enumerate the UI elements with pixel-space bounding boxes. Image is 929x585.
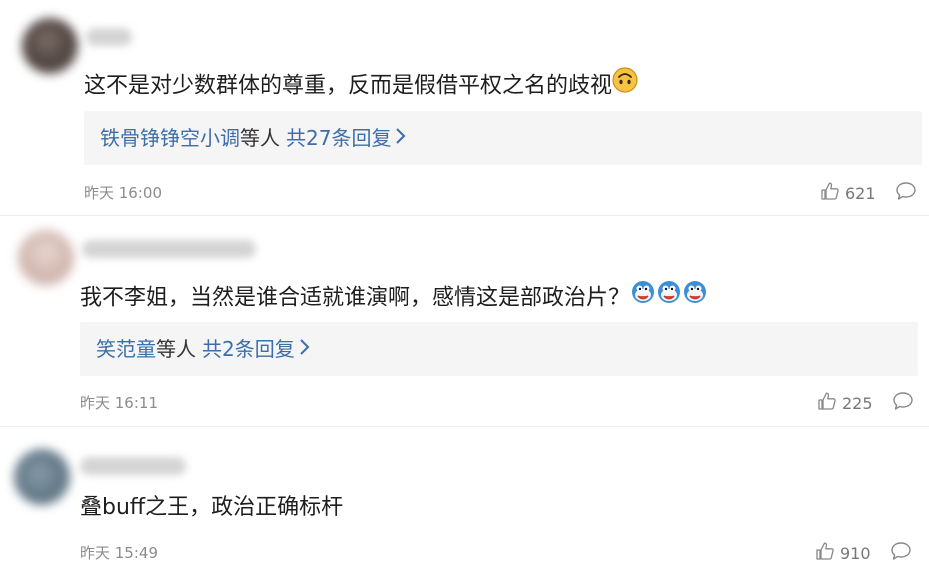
comment-text: 这不是对少数群体的尊重，反而是假借平权之名的歧视 — [84, 67, 638, 104]
reply-summary[interactable]: 笑范童等人 共2条回复 — [80, 322, 918, 376]
doge-icon — [630, 278, 708, 315]
reply-users[interactable]: 铁骨铮铮空小调 — [100, 126, 240, 150]
reply-count[interactable]: 共2条回复 — [202, 337, 295, 361]
username[interactable] — [80, 457, 186, 475]
avatar[interactable] — [18, 230, 74, 286]
comment-bubble-icon[interactable] — [895, 181, 917, 205]
username[interactable] — [82, 240, 256, 258]
avatar[interactable] — [22, 18, 78, 74]
reply-mid: 等人 — [156, 337, 196, 361]
chevron-right-icon — [299, 322, 311, 376]
comment-text: 我不李姐，当然是谁合适就谁演啊，感情这是部政治片？ — [80, 280, 708, 317]
comment-time: 昨天 16:11 — [80, 394, 158, 412]
reply-users[interactable]: 笑范童 — [96, 337, 156, 361]
comment-item: 我不李姐，当然是谁合适就谁演啊，感情这是部政治片？ 笑范童等人 共2条回复 昨天 … — [0, 216, 929, 426]
comment-text: 叠buff之王，政治正确标杆 — [80, 495, 344, 520]
comment-bubble-icon[interactable] — [892, 391, 914, 415]
comment-time: 昨天 15:49 — [80, 544, 158, 562]
avatar[interactable] — [14, 449, 70, 505]
comment-item: 这不是对少数群体的尊重，反而是假借平权之名的歧视 铁骨铮铮空小调等人 共27条回复… — [0, 0, 929, 215]
like-button[interactable]: 910 — [815, 541, 871, 565]
like-count: 910 — [840, 543, 871, 563]
reply-mid: 等人 — [240, 126, 280, 150]
comment-bubble-icon[interactable] — [890, 541, 912, 565]
upside-down-face-icon — [612, 67, 638, 102]
reply-summary[interactable]: 铁骨铮铮空小调等人 共27条回复 — [84, 111, 922, 165]
like-count: 225 — [842, 393, 873, 413]
like-button[interactable]: 621 — [820, 181, 876, 205]
username[interactable] — [86, 28, 132, 46]
chevron-right-icon — [395, 111, 407, 165]
thumbs-up-icon — [817, 391, 837, 415]
comment-time: 昨天 16:00 — [84, 184, 162, 202]
comment-item: 叠buff之王，政治正确标杆 昨天 15:49 910 — [0, 427, 929, 585]
thumbs-up-icon — [815, 541, 835, 565]
like-count: 621 — [845, 183, 876, 203]
thumbs-up-icon — [820, 181, 840, 205]
like-button[interactable]: 225 — [817, 391, 873, 415]
reply-count[interactable]: 共27条回复 — [286, 126, 391, 150]
